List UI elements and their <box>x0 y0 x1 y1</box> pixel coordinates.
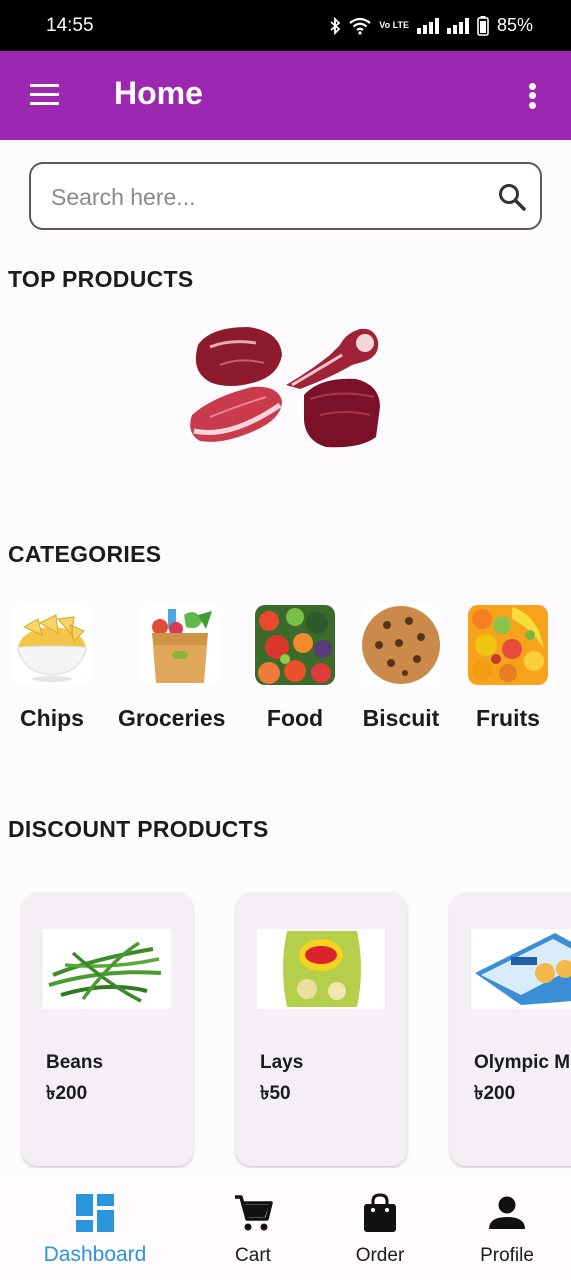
nav-dashboard[interactable]: Dashboard <box>30 1176 160 1280</box>
hamburger-menu-icon[interactable] <box>30 84 60 108</box>
signal-icon <box>416 17 439 34</box>
category-item-biscuit[interactable]: Biscuit <box>361 605 441 732</box>
category-item-groceries[interactable]: Groceries <box>118 605 225 732</box>
volte-label: Vo LTE <box>379 20 409 30</box>
search-input[interactable] <box>51 180 471 214</box>
food-image <box>255 605 335 685</box>
top-products-heading: TOP PRODUCTS <box>8 266 194 292</box>
status-icons: Vo LTE 85% <box>329 15 533 36</box>
category-item-food[interactable]: Food <box>255 605 335 732</box>
product-name: Beans <box>46 1052 104 1073</box>
lays-image <box>257 929 385 1009</box>
person-icon <box>489 1193 525 1233</box>
discount-product-list: Beans ৳200 Lays ৳50 Olympic Mi ৳200 <box>0 892 571 1168</box>
discount-products-heading: DISCOUNT PRODUCTS <box>8 816 269 842</box>
dashboard-icon <box>76 1193 114 1233</box>
nav-label: Dashboard <box>43 1243 147 1266</box>
category-label: Biscuit <box>362 705 440 731</box>
category-label: Fruits <box>476 705 540 731</box>
cart-icon <box>233 1193 273 1233</box>
fruits-image <box>468 605 548 685</box>
nav-label: Order <box>355 1245 405 1266</box>
shopping-bag-icon <box>362 1193 398 1233</box>
category-list: Chips Groceries Food Biscuit Fruits <box>0 605 571 735</box>
groceries-image <box>139 605 220 685</box>
biscuit-image <box>361 605 441 685</box>
olympic-biscuit-image <box>471 929 571 1009</box>
nav-label: Cart <box>235 1245 271 1266</box>
battery-icon <box>477 15 489 36</box>
search-icon[interactable] <box>497 182 527 212</box>
category-label: Groceries <box>118 705 226 731</box>
product-price: ৳50 <box>260 1083 291 1104</box>
status-bar: 14:55 Vo LTE 85% <box>0 0 571 51</box>
status-time: 14:55 <box>46 14 94 36</box>
product-price: ৳200 <box>474 1083 516 1104</box>
product-name: Lays <box>260 1052 304 1073</box>
more-vertical-icon[interactable] <box>523 81 543 111</box>
chips-image <box>12 605 92 685</box>
category-label: Food <box>266 705 324 731</box>
nav-profile[interactable]: Profile <box>467 1176 547 1280</box>
nav-label: Profile <box>480 1245 534 1266</box>
category-item-chips[interactable]: Chips <box>12 605 92 732</box>
meat-image <box>190 327 380 448</box>
nav-order[interactable]: Order <box>340 1176 420 1280</box>
bottom-navigation: Dashboard Cart Order Profile <box>0 1176 571 1280</box>
battery-percent: 85% <box>496 15 533 35</box>
product-card-beans[interactable]: Beans ৳200 <box>22 892 193 1166</box>
beans-image <box>43 929 171 1009</box>
app-bar: Home <box>0 51 571 140</box>
product-card-lays[interactable]: Lays ৳50 <box>236 892 407 1166</box>
nav-cart[interactable]: Cart <box>213 1176 293 1280</box>
top-product-banner[interactable] <box>160 305 403 465</box>
page-title: Home <box>114 75 203 111</box>
categories-heading: CATEGORIES <box>8 541 162 567</box>
signal-icon-2 <box>446 17 469 34</box>
category-item-fruits[interactable]: Fruits <box>468 605 548 732</box>
search-box <box>29 162 542 230</box>
product-price: ৳200 <box>46 1083 88 1104</box>
wifi-icon <box>349 17 371 35</box>
product-card-olympic[interactable]: Olympic Mi ৳200 <box>450 892 571 1166</box>
product-name: Olympic Mi <box>474 1052 571 1073</box>
bluetooth-icon <box>330 16 341 35</box>
category-label: Chips <box>20 705 84 731</box>
